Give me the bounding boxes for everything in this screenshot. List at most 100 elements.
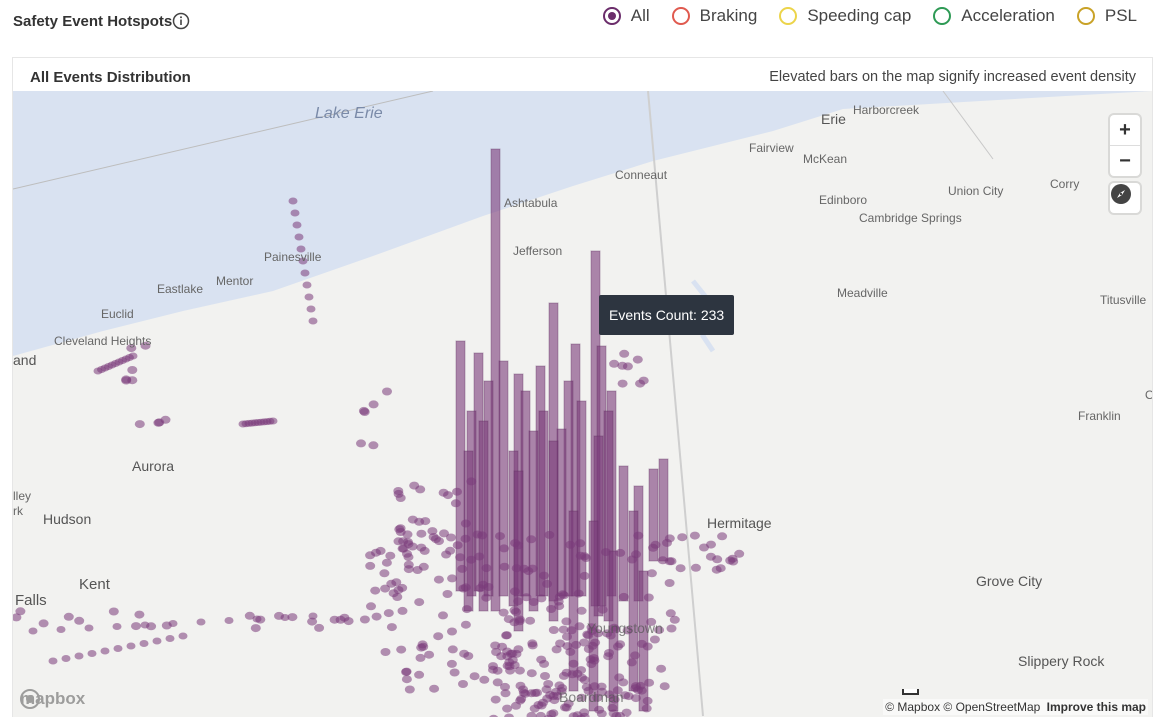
event-hex-cell[interactable] xyxy=(396,645,407,654)
event-hex-cell[interactable] xyxy=(523,567,534,576)
event-hex-cell[interactable] xyxy=(575,539,586,548)
event-hex-cell[interactable] xyxy=(573,589,584,598)
event-hex-cell[interactable] xyxy=(393,537,404,546)
event-hex-cell[interactable] xyxy=(666,624,677,633)
event-hex-cell[interactable] xyxy=(290,209,300,217)
attribution-text[interactable]: © Mapbox © OpenStreetMap xyxy=(885,700,1040,714)
event-hex-cell[interactable] xyxy=(397,606,408,615)
event-hex-cell[interactable] xyxy=(196,618,206,626)
event-hex-cell[interactable] xyxy=(466,555,477,564)
event-hex-cell[interactable] xyxy=(618,592,629,601)
event-hex-cell[interactable] xyxy=(359,615,370,624)
event-hex-cell[interactable] xyxy=(302,281,312,289)
event-hex-cell[interactable] xyxy=(558,671,569,680)
event-hex-cell[interactable] xyxy=(294,233,304,241)
event-hex-cell[interactable] xyxy=(368,400,379,409)
event-hex-cell[interactable] xyxy=(112,623,122,630)
event-hex-cell[interactable] xyxy=(460,519,471,528)
event-hex-cell[interactable] xyxy=(566,626,577,635)
event-hex-cell[interactable] xyxy=(609,359,620,368)
event-hex-cell[interactable] xyxy=(540,672,550,680)
event-hex-cell[interactable] xyxy=(393,487,404,495)
event-hex-cell[interactable] xyxy=(509,606,520,615)
event-hex-cell[interactable] xyxy=(401,668,412,676)
event-hex-cell[interactable] xyxy=(497,642,508,651)
event-hex-cell[interactable] xyxy=(415,653,426,662)
event-hex-cell[interactable] xyxy=(414,670,425,679)
event-hex-cell[interactable] xyxy=(178,632,188,640)
event-hex-cell[interactable] xyxy=(371,548,381,557)
event-hex-cell[interactable] xyxy=(385,551,396,560)
radio-speeding-cap[interactable] xyxy=(779,7,798,25)
event-hex-cell[interactable] xyxy=(662,538,672,547)
event-hex-cell[interactable] xyxy=(438,611,448,620)
event-hex-cell[interactable] xyxy=(134,420,145,429)
event-hex-cell[interactable] xyxy=(626,658,637,667)
event-hex-cell[interactable] xyxy=(371,612,382,621)
event-hex-cell[interactable] xyxy=(633,531,644,540)
event-hex-cell[interactable] xyxy=(304,293,314,301)
event-hex-cell[interactable] xyxy=(479,675,490,684)
event-hex-cell[interactable] xyxy=(499,544,509,553)
event-hex-cell[interactable] xyxy=(568,659,579,668)
event-hex-cell[interactable] xyxy=(650,540,661,549)
event-hex-cell[interactable] xyxy=(509,618,520,627)
event-hex-cell[interactable] xyxy=(160,415,171,424)
event-hex-cell[interactable] xyxy=(368,441,379,450)
event-hex-cell[interactable] xyxy=(548,692,559,700)
radio-braking[interactable] xyxy=(671,7,690,25)
event-hex-cell[interactable] xyxy=(48,657,58,665)
event-hex-cell[interactable] xyxy=(607,703,618,712)
event-hex-cell[interactable] xyxy=(61,655,71,662)
event-hex-cell[interactable] xyxy=(395,494,406,502)
event-hex-cell[interactable] xyxy=(466,477,477,486)
event-hex-cell[interactable] xyxy=(407,515,418,524)
event-hex-cell[interactable] xyxy=(461,605,472,614)
event-hex-cell[interactable] xyxy=(84,624,94,632)
event-hex-cell[interactable] xyxy=(127,376,138,385)
event-hex-cell[interactable] xyxy=(447,645,458,654)
event-hex-cell[interactable] xyxy=(442,590,453,598)
event-hex-cell[interactable] xyxy=(543,680,554,688)
event-hex-cell[interactable] xyxy=(644,678,655,687)
event-hex-cell[interactable] xyxy=(469,672,480,681)
event-hex-cell[interactable] xyxy=(506,649,516,658)
event-hex-cell[interactable] xyxy=(536,701,547,710)
event-hex-cell[interactable] xyxy=(717,532,728,541)
event-hex-cell[interactable] xyxy=(168,620,178,627)
event-hex-cell[interactable] xyxy=(447,627,457,636)
event-hex-cell[interactable] xyxy=(424,650,435,659)
event-hex-cell[interactable] xyxy=(557,590,568,599)
mapbox-logo[interactable]: mapbox xyxy=(20,689,85,709)
radio-all[interactable] xyxy=(602,7,621,25)
event-hex-cell[interactable] xyxy=(690,563,701,572)
filter-all[interactable]: All xyxy=(602,6,650,26)
event-hex-cell[interactable] xyxy=(455,553,466,562)
event-hex-cell[interactable] xyxy=(613,642,623,651)
event-hex-cell[interactable] xyxy=(579,676,590,684)
event-hex-cell[interactable] xyxy=(252,615,262,623)
event-hex-cell[interactable] xyxy=(381,558,392,567)
event-hex-cell[interactable] xyxy=(502,704,513,713)
event-hex-cell[interactable] xyxy=(416,529,427,538)
event-hex-cell[interactable] xyxy=(706,540,716,549)
event-hex-cell[interactable] xyxy=(434,537,444,546)
event-hex-cell[interactable] xyxy=(165,635,175,642)
event-hex-cell[interactable] xyxy=(335,615,346,624)
event-hex-cell[interactable] xyxy=(532,688,542,697)
event-hex-cell[interactable] xyxy=(615,548,626,557)
event-hex-cell[interactable] xyxy=(446,659,457,668)
event-hex-cell[interactable] xyxy=(715,564,726,573)
info-circle-icon[interactable] xyxy=(172,12,190,30)
event-hex-cell[interactable] xyxy=(139,640,149,647)
event-hex-cell[interactable] xyxy=(87,650,97,657)
zoom-in-button[interactable]: + xyxy=(1110,115,1140,145)
event-hex-cell[interactable] xyxy=(600,548,611,557)
event-hex-cell[interactable] xyxy=(725,556,736,565)
event-hex-cell[interactable] xyxy=(597,605,608,614)
event-hex-cell[interactable] xyxy=(636,639,647,648)
event-hex-cell[interactable] xyxy=(152,637,162,645)
event-density-bar[interactable] xyxy=(538,410,549,597)
event-hex-cell[interactable] xyxy=(627,555,638,564)
event-hex-cell[interactable] xyxy=(382,387,392,396)
